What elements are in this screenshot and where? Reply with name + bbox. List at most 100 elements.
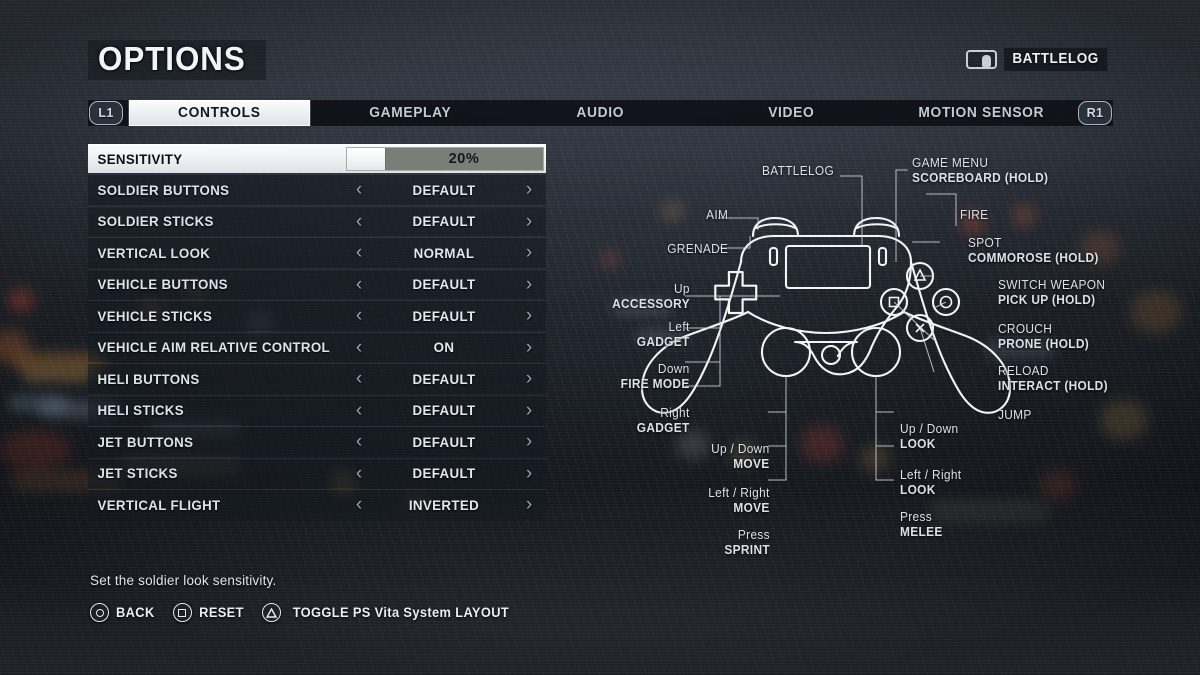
decrement-arrow[interactable]: ‹: [346, 275, 372, 294]
diagram-label-aim: AIM: [705, 208, 728, 222]
decrement-arrow[interactable]: ‹: [346, 306, 372, 325]
setting-control: ‹ DEFAULT ›: [344, 427, 546, 457]
diagram-label-right-stick-press: Press MELEE: [900, 510, 943, 539]
increment-arrow[interactable]: ›: [516, 275, 542, 294]
diagram-label-grenade: GRENADE: [666, 242, 728, 256]
tab-bar: L1 CONTROLS GAMEPLAY AUDIO VIDEO MOTION …: [88, 100, 1113, 126]
decrement-arrow[interactable]: ‹: [346, 495, 372, 514]
diagram-label-r1-spot: SPOT COMMOROSE (HOLD): [968, 236, 1099, 265]
prompt-label: RESET: [198, 605, 244, 620]
setting-control: ‹ DEFAULT ›: [344, 364, 546, 394]
setting-control: ‹ DEFAULT ›: [344, 459, 546, 489]
setting-control: ‹ DEFAULT ›: [344, 175, 546, 205]
prompt-back[interactable]: BACK: [90, 603, 156, 622]
setting-control: ‹ INVERTED ›: [344, 490, 546, 520]
tab-controls[interactable]: CONTROLS: [128, 100, 310, 126]
setting-value: ON: [433, 339, 455, 356]
circle-button-icon: [90, 603, 109, 622]
setting-row[interactable]: HELI STICKS ‹ DEFAULT ›: [88, 394, 546, 425]
decrement-arrow[interactable]: ‹: [346, 180, 372, 199]
setting-row[interactable]: VEHICLE BUTTONS ‹ DEFAULT ›: [88, 268, 546, 300]
battlelog-button[interactable]: BATTLELOG: [1004, 48, 1108, 71]
setting-row[interactable]: JET BUTTONS ‹ DEFAULT ›: [88, 426, 546, 457]
diagram-label-dpad-up: Up ACCESSORY: [612, 282, 690, 311]
tab-video[interactable]: VIDEO: [701, 100, 882, 126]
diagram-label-circle-crouch: CROUCH PRONE (HOLD): [998, 322, 1090, 351]
tab-audio[interactable]: AUDIO: [510, 100, 691, 126]
controller-diagram: BATTLELOG AIM GRENADE Up ACCESSORY Left GADGET…: [590, 150, 1135, 560]
setting-label: JET BUTTONS: [97, 433, 194, 450]
decrement-arrow[interactable]: ‹: [346, 338, 372, 357]
setting-row[interactable]: VEHICLE AIM RELATIVE CONTROL ‹ ON ›: [88, 331, 546, 362]
setting-row[interactable]: HELI BUTTONS ‹ DEFAULT ›: [88, 363, 546, 394]
setting-value: DEFAULT: [412, 433, 476, 450]
decrement-arrow[interactable]: ‹: [346, 432, 372, 451]
decrement-arrow[interactable]: ‹: [346, 212, 372, 231]
prompt-toggle-layout[interactable]: TOGGLE PS Vita System LAYOUT: [261, 603, 515, 622]
setting-control: ‹ DEFAULT ›: [344, 301, 546, 331]
setting-row[interactable]: SOLDIER STICKS ‹ DEFAULT ›: [88, 205, 546, 237]
decrement-arrow[interactable]: ‹: [346, 243, 372, 262]
setting-row[interactable]: VEHICLE STICKS ‹ DEFAULT ›: [88, 300, 546, 331]
setting-label: VERTICAL LOOK: [97, 244, 211, 261]
setting-label: SOLDIER STICKS: [97, 213, 214, 230]
prompt-label: TOGGLE PS Vita System LAYOUT: [292, 605, 509, 620]
decrement-arrow[interactable]: ‹: [346, 401, 372, 420]
setting-row[interactable]: SOLDIER BUTTONS ‹ DEFAULT ›: [88, 174, 546, 205]
increment-arrow[interactable]: ›: [516, 306, 542, 325]
setting-value: DEFAULT: [412, 370, 476, 387]
diagram-label-r2-fire: FIRE: [960, 208, 989, 222]
battlelog-shortcut[interactable]: BATTLELOG: [966, 48, 1115, 71]
diagram-label-dpad-left: Left GADGET: [637, 320, 690, 349]
help-description: Set the soldier look sensitivity.: [90, 573, 277, 588]
setting-control: ‹ DEFAULT ›: [344, 207, 546, 237]
setting-row[interactable]: VERTICAL LOOK ‹ NORMAL ›: [88, 237, 546, 268]
diagram-label-options-button: GAME MENU SCOREBOARD (HOLD): [912, 156, 1049, 185]
setting-row[interactable]: JET STICKS ‹ DEFAULT ›: [88, 457, 546, 489]
setting-label: HELI STICKS: [97, 402, 184, 419]
setting-value: DEFAULT: [412, 276, 476, 293]
increment-arrow[interactable]: ›: [516, 464, 542, 483]
decrement-arrow[interactable]: ‹: [346, 369, 372, 388]
setting-value: DEFAULT: [412, 213, 476, 230]
diagram-label-right-stick-leftright: Left / Right LOOK: [900, 468, 962, 497]
diagram-label-left-stick-updown: Up / Down MOVE: [711, 442, 770, 471]
increment-arrow[interactable]: ›: [516, 432, 542, 451]
tab-gameplay[interactable]: GAMEPLAY: [319, 100, 500, 126]
increment-arrow[interactable]: ›: [516, 401, 542, 420]
setting-value: DEFAULT: [412, 181, 476, 198]
setting-label: VERTICAL FLIGHT: [97, 496, 221, 513]
setting-row[interactable]: VERTICAL FLIGHT ‹ INVERTED ›: [88, 489, 546, 520]
setting-label: VEHICLE STICKS: [97, 307, 213, 324]
page-title-text: OPTIONS: [98, 40, 246, 77]
setting-label: HELI BUTTONS: [97, 370, 200, 387]
page-title: OPTIONS: [88, 40, 266, 80]
setting-label: SOLDIER BUTTONS: [97, 181, 230, 198]
setting-control: ‹ NORMAL ›: [344, 238, 546, 268]
settings-list: SENSITIVITY 20% SOLDIER BUTTONS ‹ DEFAULT ›…: [88, 144, 546, 521]
tab-motion-sensor[interactable]: MOTION SENSOR: [891, 100, 1072, 126]
increment-arrow[interactable]: ›: [516, 338, 542, 357]
square-button-icon: [172, 603, 192, 622]
setting-value: DEFAULT: [412, 465, 476, 482]
triangle-glyph: [913, 268, 927, 281]
setting-row-sensitivity[interactable]: SENSITIVITY 20%: [88, 144, 546, 173]
setting-value: DEFAULT: [412, 402, 476, 419]
diagram-label-square-reload: RELOAD INTERACT (HOLD): [998, 364, 1108, 393]
r1-bumper-badge[interactable]: R1: [1077, 101, 1112, 125]
increment-arrow[interactable]: ›: [516, 180, 542, 199]
increment-arrow[interactable]: ›: [516, 243, 542, 262]
setting-control: ‹ DEFAULT ›: [344, 270, 546, 300]
l1-bumper-badge[interactable]: L1: [89, 101, 123, 125]
controller-svg: [640, 169, 1012, 481]
increment-arrow[interactable]: ›: [516, 369, 542, 388]
touchpad-icon: [966, 50, 998, 69]
diagram-label-battlelog-touchpad: BATTLELOG: [762, 164, 835, 178]
decrement-arrow[interactable]: ‹: [346, 464, 372, 483]
increment-arrow[interactable]: ›: [516, 495, 542, 514]
increment-arrow[interactable]: ›: [516, 212, 542, 231]
diagram-label-cross-jump: JUMP: [998, 408, 1032, 422]
prompt-reset[interactable]: RESET: [172, 603, 245, 622]
sensitivity-slider[interactable]: 20%: [346, 147, 544, 171]
setting-label: VEHICLE BUTTONS: [97, 276, 228, 293]
